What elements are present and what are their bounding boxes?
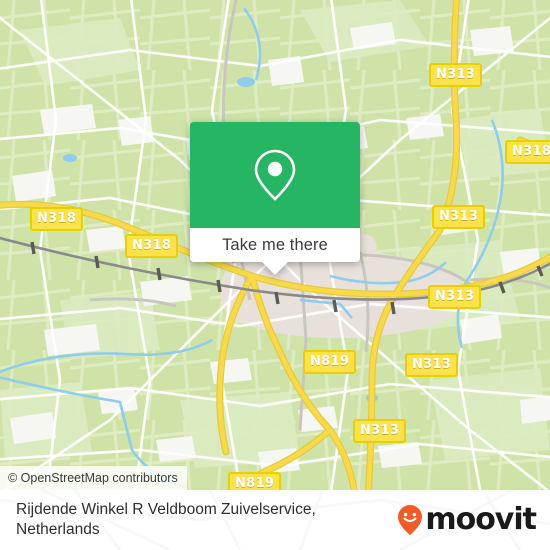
road-shield: N313 <box>429 63 483 87</box>
callout-button[interactable]: Take me there <box>190 228 360 262</box>
road-shield: N819 <box>303 350 357 374</box>
footer-content: Rijdende Winkel R Veldboom Zuivelservice… <box>0 490 550 550</box>
place-title: Rijdende Winkel R Veldboom Zuivelservice… <box>16 500 316 538</box>
moovit-wordmark: moovit <box>425 502 537 537</box>
callout-pointer <box>262 262 288 275</box>
callout-icon-panel <box>190 122 360 228</box>
road-shield: N313 <box>432 205 486 229</box>
moovit-smiley-pin-icon <box>398 505 423 535</box>
osm-attribution[interactable]: © OpenStreetMap contributors <box>0 465 187 490</box>
road-shield: N313 <box>428 285 482 309</box>
road-shield: N318 <box>125 234 179 258</box>
moovit-map-share-card: N313 N318 N313 N318 N318 N313 N819 N313 N313 N819… <box>0 0 550 550</box>
road-shield: N318 <box>505 140 550 164</box>
road-shield: N313 <box>405 353 459 377</box>
map-pin-icon <box>254 149 296 201</box>
callout-button-label: Take me there <box>222 235 328 254</box>
road-shield: N313 <box>353 419 407 443</box>
footer-bar: Rijdende Winkel R Veldboom Zuivelservice… <box>0 490 550 550</box>
road-shield: N819 <box>228 472 282 490</box>
take-me-there-callout[interactable]: Take me there <box>190 122 360 275</box>
moovit-logo[interactable]: moovit <box>397 502 537 537</box>
road-shield: N318 <box>30 207 84 231</box>
